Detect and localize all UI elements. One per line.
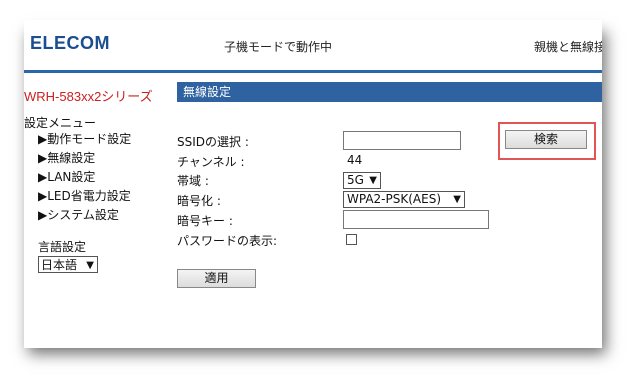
router-settings-page: ELECOM 子機モードで動作中 親機と無線接 WRH-583xx2シリーズ 設… — [24, 20, 602, 344]
language-select-value: 日本語 — [41, 258, 78, 272]
page-header: ELECOM 子機モードで動作中 親機と無線接 — [24, 20, 602, 70]
apply-button[interactable]: 適用 — [177, 269, 256, 288]
encryption-label: 暗号化 : — [177, 194, 221, 208]
key-label: 暗号キー : — [177, 214, 233, 228]
chevron-down-icon: ▼ — [86, 260, 94, 271]
show-password-checkbox[interactable] — [346, 234, 357, 245]
header-divider — [24, 70, 602, 73]
menu-item-wireless[interactable]: ▶無線設定 — [38, 149, 131, 168]
show-password-label: パスワードの表示: — [177, 234, 278, 248]
encryption-select[interactable]: WPA2-PSK(AES) ▼ — [343, 191, 465, 208]
settings-menu: ▶動作モード設定 ▶無線設定 ▶LAN設定 ▶LED省電力設定 ▶システム設定 — [38, 130, 131, 225]
section-header-wireless: 無線設定 — [177, 82, 602, 102]
channel-value: 44 — [347, 153, 363, 167]
search-button-highlight — [498, 122, 596, 160]
menu-title: 設定メニュー — [24, 116, 97, 130]
menu-item-operation-mode[interactable]: ▶動作モード設定 — [38, 130, 131, 149]
language-label: 言語設定 — [38, 240, 87, 254]
menu-item-system[interactable]: ▶システム設定 — [38, 206, 131, 225]
parent-connection-text: 親機と無線接 — [534, 40, 602, 54]
elecom-logo: ELECOM — [30, 33, 111, 53]
ssid-label: SSIDの選択 : — [177, 135, 249, 149]
chevron-down-icon: ▼ — [453, 194, 461, 205]
band-select-value: 5G — [347, 173, 364, 187]
menu-item-lan[interactable]: ▶LAN設定 — [38, 168, 131, 187]
chevron-down-icon: ▼ — [369, 175, 377, 186]
encryption-select-value: WPA2-PSK(AES) — [347, 192, 442, 206]
model-name: WRH-583xx2シリーズ — [24, 89, 153, 104]
language-select[interactable]: 日本語 ▼ — [38, 256, 98, 273]
band-select[interactable]: 5G ▼ — [343, 172, 381, 189]
mode-status-text: 子機モードで動作中 — [224, 40, 333, 54]
channel-label: チャンネル : — [177, 155, 245, 169]
key-input[interactable] — [343, 210, 489, 229]
menu-item-led-power-saving[interactable]: ▶LED省電力設定 — [38, 187, 131, 206]
ssid-input[interactable] — [343, 131, 461, 150]
band-label: 帯域 : — [177, 174, 209, 188]
